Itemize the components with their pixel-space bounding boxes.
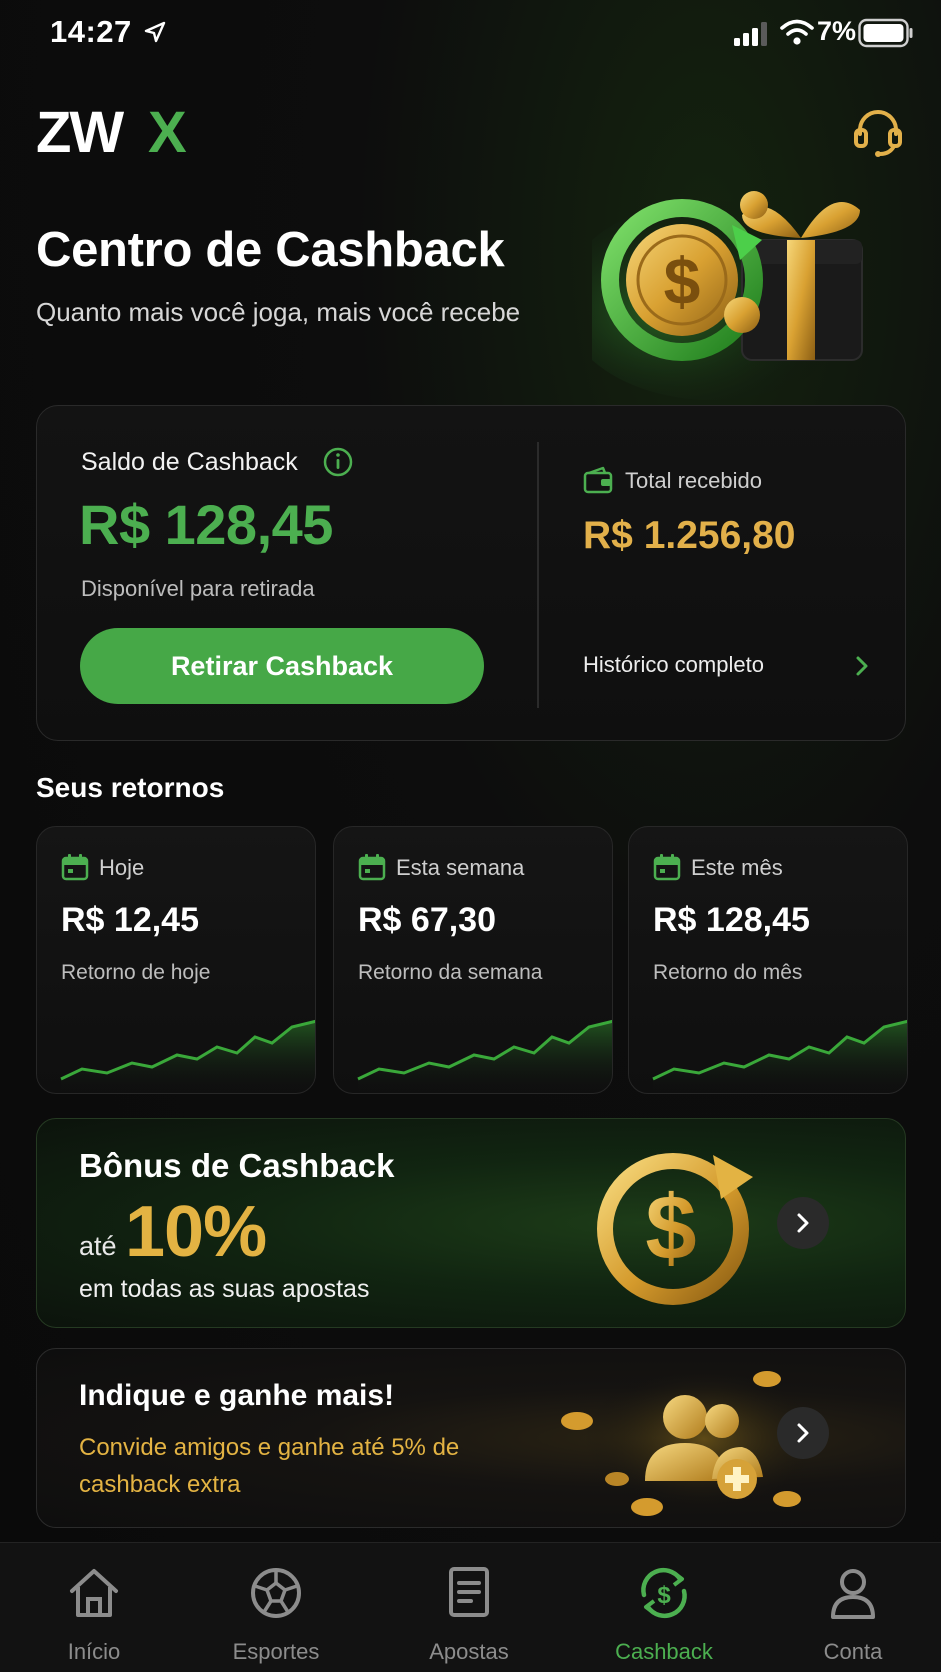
trend-sparkline — [652, 1019, 907, 1093]
returns-section-title: Seus retornos — [36, 772, 225, 803]
trend-sparkline — [60, 1019, 315, 1093]
refer-subtitle: Convide amigos e ganhe até 5% de cashbac… — [79, 1434, 460, 1498]
balance-value: R$ 128,45 — [79, 493, 333, 556]
svg-text:$: $ — [657, 1582, 671, 1609]
page-subtitle: Quanto mais você joga, mais você recebe — [36, 297, 521, 327]
return-caption: Retorno do mês — [653, 961, 803, 984]
svg-text:ZW: ZW — [36, 104, 124, 160]
info-icon[interactable] — [322, 446, 354, 478]
total-received-label: Total recebido — [625, 468, 762, 493]
total-received-value: R$ 1.256,80 — [583, 514, 796, 557]
refer-friends-banner[interactable]: Indique e ganhe mais! Convide amigos e g… — [36, 1348, 906, 1528]
trend-sparkline — [357, 1019, 612, 1093]
bonus-prefix: até — [79, 1231, 117, 1261]
bonus-subtitle: em todas as suas apostas — [79, 1275, 370, 1303]
status-bar: 14:27 7% — [0, 0, 941, 70]
return-card-month[interactable]: Este mês R$ 128,45 Retorno do mês — [628, 826, 908, 1094]
return-period-label: Hoje — [99, 855, 145, 880]
card-divider — [537, 442, 539, 708]
ball-icon — [251, 1568, 301, 1618]
chevron-right-icon — [797, 1213, 809, 1233]
tab-label: Cashback — [615, 1639, 713, 1664]
return-caption: Retorno de hoje — [61, 961, 211, 984]
bonus-arrow-button[interactable] — [777, 1197, 829, 1249]
tab-apostas[interactable]: Apostas — [375, 1543, 563, 1672]
battery-icon — [858, 18, 913, 48]
location-arrow-icon — [144, 21, 166, 43]
return-caption: Retorno da semana — [358, 961, 543, 984]
return-card-today[interactable]: Hoje R$ 12,45 Retorno de hoje — [36, 826, 316, 1094]
svg-text:$: $ — [645, 1177, 696, 1279]
calendar-icon — [358, 854, 386, 881]
tab-label: Apostas — [429, 1639, 509, 1664]
refer-title: Indique e ganhe mais! — [79, 1379, 395, 1412]
tab-conta[interactable]: Conta — [759, 1543, 941, 1672]
tab-label: Conta — [823, 1639, 883, 1664]
bonus-percent: 10% — [125, 1192, 267, 1272]
home-icon — [70, 1569, 118, 1617]
cashback-gift-illustration: $ — [592, 191, 863, 400]
return-value: R$ 128,45 — [653, 901, 810, 939]
full-history-link[interactable]: Histórico completo — [583, 652, 764, 678]
tab-esportes[interactable]: Esportes — [182, 1543, 370, 1672]
ticket-icon — [449, 1567, 489, 1617]
return-value: R$ 12,45 — [61, 901, 199, 939]
user-icon — [831, 1569, 875, 1619]
bonus-title: Bônus de Cashback — [79, 1147, 395, 1184]
return-value: R$ 67,30 — [358, 901, 496, 939]
withdraw-cashback-button[interactable]: Retirar Cashback — [80, 628, 484, 704]
gold-cashback-coin-icon: $ — [597, 1153, 753, 1305]
status-time: 14:27 — [50, 14, 132, 49]
page-title: Centro de Cashback — [36, 223, 505, 277]
tab-cashback[interactable]: $ Cashback — [570, 1543, 758, 1672]
chevron-right-icon — [797, 1423, 809, 1443]
cashback-bonus-banner[interactable]: Bônus de Cashback até 10% em todas as su… — [36, 1118, 906, 1328]
tab-inicio[interactable]: Início — [0, 1543, 188, 1672]
return-period-label: Esta semana — [396, 855, 525, 880]
battery-percent: 7% — [817, 16, 857, 46]
refer-arrow-button[interactable] — [777, 1407, 829, 1459]
calendar-icon — [653, 854, 681, 881]
bottom-tab-bar: Início Esportes Apostas $ Cashback Conta — [0, 1542, 941, 1672]
calendar-icon — [61, 854, 89, 881]
cashback-balance-card: Saldo de Cashback R$ 128,45 Disponível p… — [36, 405, 906, 741]
balance-label: Saldo de Cashback — [81, 448, 298, 476]
tab-label: Esportes — [232, 1639, 320, 1664]
zwx-logo[interactable]: ZW X — [36, 104, 216, 160]
svg-text:X: X — [148, 104, 187, 160]
signal-icon — [734, 22, 767, 46]
return-period-label: Este mês — [691, 855, 783, 880]
chevron-right-icon[interactable] — [852, 654, 872, 678]
wifi-icon — [780, 19, 814, 45]
tab-label: Início — [67, 1639, 121, 1664]
headset-support-icon[interactable] — [850, 104, 906, 160]
wallet-icon — [583, 466, 613, 494]
balance-caption: Disponível para retirada — [81, 576, 315, 601]
svg-text:$: $ — [664, 244, 701, 318]
cashback-screen: 14:27 7% ZW X Centro de Cashback Quanto … — [0, 0, 941, 1672]
cashback-icon: $ — [641, 1567, 687, 1619]
return-card-week[interactable]: Esta semana R$ 67,30 Retorno da semana — [333, 826, 613, 1094]
friends-coins-illustration — [561, 1364, 812, 1516]
